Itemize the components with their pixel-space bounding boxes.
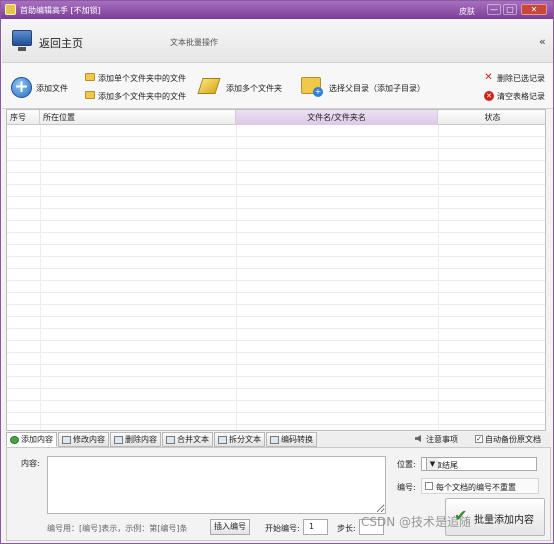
- notes-link[interactable]: 注意事项: [426, 434, 458, 445]
- table-row[interactable]: [7, 233, 545, 245]
- folder-icon: [85, 91, 95, 99]
- table-row[interactable]: [7, 149, 545, 161]
- delete-x-icon: ✕: [484, 72, 493, 83]
- add-single-folder-button[interactable]: 添加单个文件夹中的文件: [98, 73, 186, 84]
- content-label: 内容:: [21, 459, 40, 468]
- column-divider: [236, 125, 237, 430]
- clear-table-button[interactable]: 清空表格记录: [497, 91, 545, 102]
- add-multi-folder-files-button[interactable]: 添加多个文件夹中的文件: [98, 91, 186, 102]
- insert-number-button[interactable]: 插入编号: [210, 519, 250, 535]
- table-row[interactable]: [7, 245, 545, 257]
- start-number-label: 开始编号:: [265, 524, 300, 533]
- navigation-bar: 返回主页 文本批量操作 «: [2, 19, 553, 63]
- number-option-group: 每个文档的编号不重置: [421, 478, 539, 494]
- convert-icon: [270, 436, 279, 444]
- folders-icon[interactable]: [197, 78, 221, 94]
- table-row[interactable]: [7, 209, 545, 221]
- content-textarea[interactable]: [47, 456, 386, 514]
- tab-split-text[interactable]: 拆分文本: [214, 432, 265, 447]
- auto-backup-label: 自动备份原文档: [485, 435, 541, 444]
- table-row[interactable]: [7, 125, 545, 137]
- table-row[interactable]: [7, 389, 545, 401]
- tab-modify-content[interactable]: 修改内容: [58, 432, 109, 447]
- column-header-status[interactable]: 状态: [438, 110, 545, 125]
- folder-icon: [85, 73, 95, 81]
- clear-circle-icon: ✕: [484, 91, 494, 101]
- file-table[interactable]: 序号 所在位置 文件名/文件夹名 状态: [6, 109, 546, 431]
- table-row[interactable]: [7, 173, 545, 185]
- table-header: 序号 所在位置 文件名/文件夹名 状态: [7, 110, 545, 125]
- table-row[interactable]: [7, 305, 545, 317]
- table-row[interactable]: [7, 137, 545, 149]
- select-parent-dir-button[interactable]: 选择父目录（添加子目录）: [329, 83, 425, 94]
- number-hint: 编号用：[编号]表示，示例：第[编号]条: [47, 524, 188, 533]
- merge-icon: [166, 436, 175, 444]
- column-header-location[interactable]: 所在位置: [40, 110, 236, 125]
- title-bar[interactable]: 首助编辑高手 [不加锁] 皮肤 — □ ✕: [1, 1, 553, 19]
- toolbar: + 添加文件 添加单个文件夹中的文件 添加多个文件夹中的文件 添加多个文件夹 选…: [2, 63, 553, 109]
- table-row[interactable]: [7, 185, 545, 197]
- column-divider: [438, 125, 439, 430]
- batch-add-label: 批量添加内容: [474, 515, 534, 526]
- step-label: 步长:: [337, 524, 356, 533]
- start-number-input[interactable]: 1: [303, 519, 328, 535]
- app-logo-icon: [5, 4, 16, 15]
- table-row[interactable]: [7, 413, 545, 425]
- edit-icon: [62, 436, 71, 444]
- table-row[interactable]: [7, 293, 545, 305]
- table-row[interactable]: [7, 197, 545, 209]
- number-no-reset-label: 每个文档的编号不重置: [436, 483, 516, 492]
- table-row[interactable]: [7, 317, 545, 329]
- auto-backup-checkbox[interactable]: ✓: [475, 435, 483, 443]
- delete-doc-icon: [114, 436, 123, 444]
- parent-folder-add-icon[interactable]: [301, 77, 323, 97]
- skin-menu[interactable]: 皮肤: [459, 6, 475, 17]
- table-row[interactable]: [7, 257, 545, 269]
- number-label: 编号:: [397, 483, 416, 492]
- maximize-button[interactable]: □: [503, 4, 517, 15]
- add-multi-folders-button[interactable]: 添加多个文件夹: [226, 83, 282, 94]
- table-row[interactable]: [7, 353, 545, 365]
- app-window: 首助编辑高手 [不加锁] 皮肤 — □ ✕ 返回主页 文本批量操作 « + 添加…: [0, 0, 554, 544]
- tab-encoding-convert[interactable]: 编码转换: [266, 432, 317, 447]
- table-row[interactable]: [7, 221, 545, 233]
- tab-merge-text[interactable]: 合并文本: [162, 432, 213, 447]
- add-file-icon[interactable]: +: [11, 77, 32, 98]
- position-select[interactable]: 文章结尾 ▼: [421, 457, 537, 471]
- tab-add-content[interactable]: 添加内容: [6, 432, 57, 447]
- page-subtitle: 文本批量操作: [170, 38, 218, 47]
- add-circle-icon: [10, 436, 19, 444]
- table-row[interactable]: [7, 269, 545, 281]
- close-button[interactable]: ✕: [521, 4, 547, 15]
- collapse-icon[interactable]: «: [539, 35, 546, 48]
- column-divider: [40, 125, 41, 430]
- table-row[interactable]: [7, 341, 545, 353]
- table-row[interactable]: [7, 329, 545, 341]
- tab-delete-content[interactable]: 删除内容: [110, 432, 161, 447]
- table-row[interactable]: [7, 365, 545, 377]
- chevron-down-icon[interactable]: ▼: [426, 458, 438, 470]
- position-label: 位置:: [397, 460, 416, 469]
- speaker-icon: [415, 435, 421, 442]
- delete-selected-button[interactable]: 删除已选记录: [497, 73, 545, 84]
- function-tabs: 添加内容 修改内容 删除内容 合并文本 拆分文本 编码转换 注意事项 ✓ 自动备…: [6, 432, 551, 447]
- table-row[interactable]: [7, 377, 545, 389]
- table-row[interactable]: [7, 161, 545, 173]
- column-header-filename[interactable]: 文件名/文件夹名: [236, 110, 438, 125]
- watermark-text: CSDN @技术是追随: [361, 515, 472, 529]
- table-row[interactable]: [7, 401, 545, 413]
- monitor-icon[interactable]: [12, 30, 32, 51]
- minimize-button[interactable]: —: [487, 4, 501, 15]
- home-link[interactable]: 返回主页: [39, 35, 83, 51]
- table-row[interactable]: [7, 281, 545, 293]
- column-header-index[interactable]: 序号: [7, 110, 40, 125]
- add-file-button[interactable]: 添加文件: [36, 83, 68, 94]
- number-no-reset-checkbox[interactable]: [425, 482, 433, 490]
- window-title: 首助编辑高手 [不加锁]: [20, 6, 101, 15]
- split-icon: [218, 436, 227, 444]
